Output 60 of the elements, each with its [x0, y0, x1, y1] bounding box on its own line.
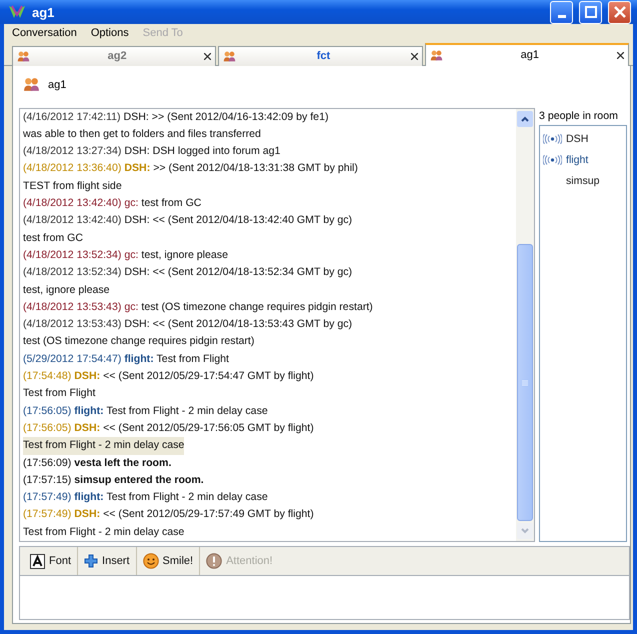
smiley-icon: [142, 553, 159, 570]
menu-item[interactable]: Conversation: [12, 26, 77, 39]
people-icon: [17, 50, 30, 63]
chat-message: (4/18/2012 13:53:43) DSH: << (Sent 2012/04/18-13:53:43 GMT by gc): [23, 317, 354, 332]
app-logo-icon: [8, 4, 26, 20]
chat-message: (17:57:49) flight: Test from Flight - 2 min delay case: [23, 490, 269, 506]
message-text: test from GC: [23, 232, 84, 244]
chat-message: (4/16/2012 17:42:11) DSH: >> (Sent 2012/04/16-13:42:09 by fe1): [23, 110, 330, 125]
toolbar-button[interactable]: Smile!: [136, 547, 200, 576]
chat-message: (4/18/2012 13:42:40) gc: test from GC: [23, 196, 202, 212]
people-icon: [223, 50, 236, 63]
alert-icon: [206, 553, 222, 570]
chat-message: (4/18/2012 13:53:43) gc: test (OS timezone change requires pidgin restart): [23, 300, 374, 315]
close-icon[interactable]: [410, 52, 418, 60]
chat-message: (5/29/2012 17:54:47) flight: Test from Flight: [23, 352, 230, 367]
chat-message: (17:57:49) DSH: << (Sent 2012/05/29-17:57:49 GMT by flight): [23, 507, 315, 522]
chat-message: (4/18/2012 13:27:34) DSH: DSH logged into forum ag1: [23, 144, 282, 160]
message-text: Test from Flight - 2 min delay case: [23, 437, 184, 455]
tab[interactable]: ag2: [12, 46, 216, 66]
user-name[interactable]: simsup: [566, 175, 600, 188]
plus-icon: [84, 554, 98, 568]
message-text: TEST from flight side: [23, 180, 122, 192]
scrollbar[interactable]: [516, 108, 534, 541]
tab[interactable]: ag1: [424, 42, 629, 66]
user-name[interactable]: flight: [566, 154, 588, 166]
close-icon: [614, 6, 626, 18]
close-button[interactable]: [608, 0, 631, 24]
tab[interactable]: fct: [218, 46, 423, 66]
window-title: ag1: [32, 4, 56, 20]
chat-message: (17:56:05) flight: Test from Flight - 2 min delay case: [23, 404, 269, 419]
toolbar-button[interactable]: Insert: [78, 547, 137, 576]
chat-message: (4/18/2012 13:52:34) gc: test, ignore please: [23, 248, 229, 263]
message-text: Test from Flight - 2 min delay case: [23, 526, 184, 538]
chat-message: (4/18/2012 13:52:34) DSH: << (Sent 2012/04/18-13:52:34 GMT by gc): [23, 265, 354, 280]
people-icon: [430, 48, 443, 62]
user-name[interactable]: DSH: [566, 133, 588, 146]
chat-message: (17:54:48) DSH: << (Sent 2012/05/29-17:54:47 GMT by flight): [23, 369, 315, 384]
chat-message: (4/18/2012 13:36:40) DSH: >> (Sent 2012/04/18-13:31:38 GMT by phil): [23, 161, 359, 176]
message-text: test (OS timezone change requires pidgin restart): [23, 335, 254, 348]
conversation-title: ag1: [48, 78, 66, 91]
system-message: (17:57:15) simsup entered the room.: [23, 472, 205, 488]
minimize-button[interactable]: [550, 0, 573, 24]
message-text: was able to then get to folders and files transferred: [23, 128, 261, 140]
message-text: Test from Flight: [23, 387, 96, 400]
system-message: (17:56:09) vesta left the room.: [23, 456, 172, 471]
close-icon[interactable]: [616, 52, 624, 59]
message-text: test, ignore please: [23, 284, 110, 296]
chat-message: (17:56:05) DSH: << (Sent 2012/05/29-17:56:05 GMT by flight): [23, 420, 315, 436]
maximize-button[interactable]: [579, 0, 602, 24]
chat-message: (4/18/2012 13:42:40) DSH: << (Sent 2012/04/18-13:42:40 GMT by gc): [23, 213, 354, 228]
scroll-thumb[interactable]: [517, 244, 533, 521]
toolbar-button[interactable]: Font: [24, 547, 78, 576]
menu-item[interactable]: Options: [90, 26, 129, 39]
scroll-up-icon[interactable]: [517, 110, 533, 127]
maximize-icon: [584, 6, 596, 18]
minimize-icon: [558, 14, 566, 18]
font-icon: [30, 554, 45, 569]
close-icon[interactable]: [204, 52, 212, 60]
people-count: 3 people in room: [539, 108, 619, 124]
people-icon: [23, 76, 40, 94]
